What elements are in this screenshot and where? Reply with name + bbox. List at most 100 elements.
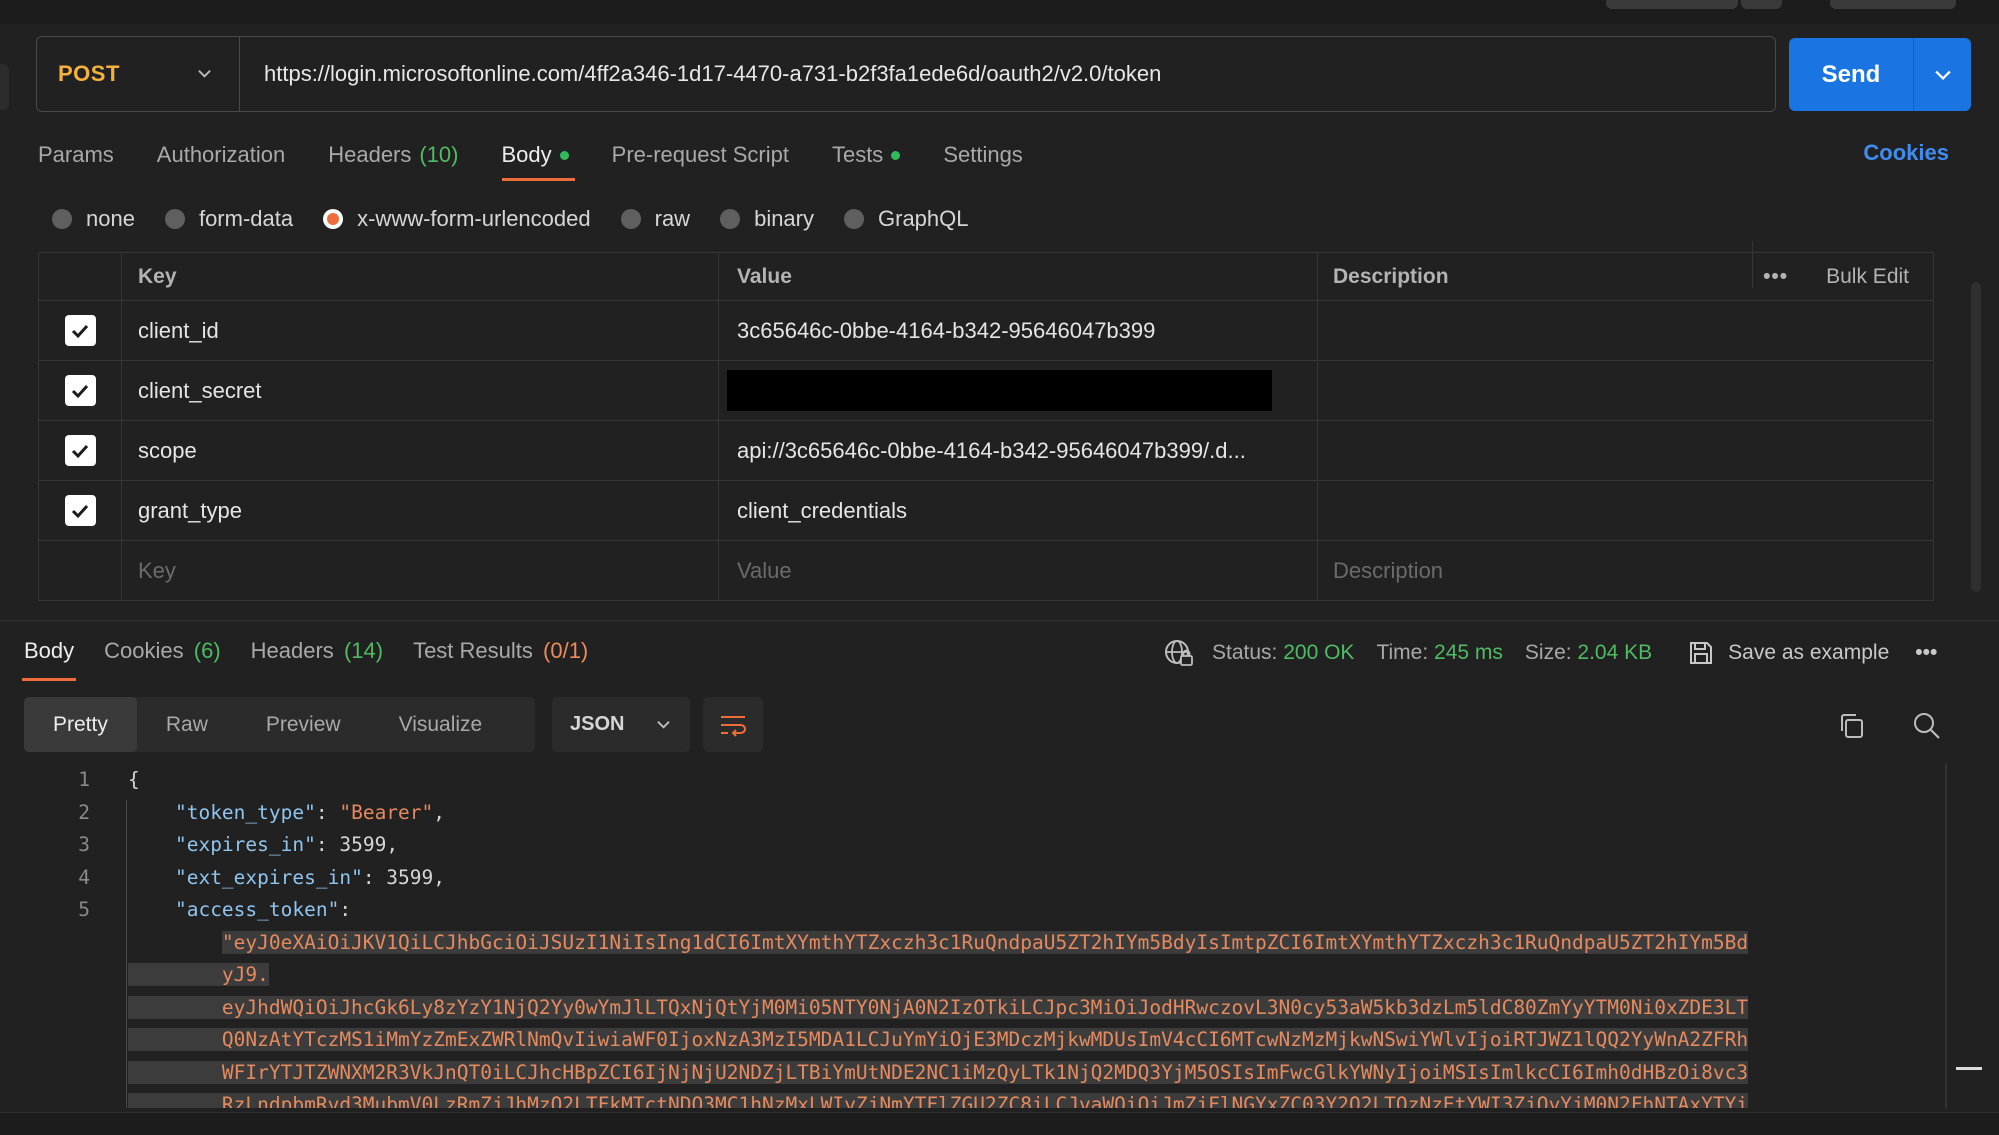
tab-body[interactable]: Body	[501, 142, 575, 181]
method-selector[interactable]: POST	[37, 37, 240, 111]
view-mode-pretty[interactable]: Pretty	[24, 697, 137, 752]
globe-lock-icon[interactable]	[1164, 638, 1194, 668]
chevron-down-icon	[198, 70, 211, 78]
tab-headers[interactable]: Headers (10)	[328, 142, 458, 168]
view-mode-preview[interactable]: Preview	[237, 697, 370, 752]
format-dropdown[interactable]: JSON	[552, 697, 690, 752]
json-key: "access_token"	[174, 898, 340, 921]
save-as-example-button[interactable]: Save as example	[1688, 640, 1889, 666]
chevron-down-icon	[657, 721, 670, 729]
sidebar-edge[interactable]	[0, 64, 9, 110]
response-tabs: Body Cookies (6) Headers (14) Test Resul…	[21, 638, 618, 681]
more-options-icon[interactable]: •••	[1763, 265, 1788, 289]
radio-form-data[interactable]: form-data	[164, 206, 293, 232]
time-value: 245 ms	[1434, 641, 1503, 664]
header-description: Description ••• Bulk Edit	[1318, 241, 1933, 300]
param-value[interactable]	[719, 361, 1318, 420]
search-icon[interactable]	[1912, 711, 1942, 741]
radio-x-www-form-urlencoded[interactable]: x-www-form-urlencoded	[323, 206, 591, 232]
radio-circle	[844, 209, 864, 229]
line-number: 2	[78, 800, 90, 824]
response-body-code[interactable]: 1 2 3 4 5 { "token_type": "Bearer", "exp…	[24, 764, 1944, 1108]
param-key[interactable]: client_id	[122, 301, 719, 360]
params-scrollbar[interactable]	[1971, 282, 1981, 592]
table-row-new: Key Value Description	[38, 541, 1934, 601]
tab-params[interactable]: Params	[38, 142, 114, 168]
top-control[interactable]	[1830, 0, 1956, 9]
tab-tests[interactable]: Tests	[832, 142, 901, 168]
radio-binary[interactable]: binary	[720, 206, 814, 232]
view-mode-raw[interactable]: Raw	[137, 697, 237, 752]
bulk-edit-button[interactable]: Bulk Edit	[1826, 265, 1909, 289]
response-tab-body[interactable]: Body	[21, 638, 77, 681]
new-key-input[interactable]: Key	[122, 541, 719, 600]
row-checkbox-cell	[39, 301, 122, 360]
param-description[interactable]	[1318, 481, 1933, 540]
request-tabs: Params Authorization Headers (10) Body Pr…	[38, 138, 1066, 181]
tab-settings[interactable]: Settings	[943, 142, 1023, 168]
param-value[interactable]: 3c65646c-0bbe-4164-b342-95646047b399	[719, 301, 1318, 360]
row-checkbox[interactable]	[64, 315, 96, 346]
cookies-link[interactable]: Cookies	[1863, 140, 1949, 166]
view-mode-visualize[interactable]: Visualize	[370, 697, 512, 752]
response-tab-cookies[interactable]: Cookies (6)	[104, 638, 221, 664]
param-description[interactable]	[1318, 421, 1933, 480]
response-tab-test-results[interactable]: Test Results (0/1)	[413, 638, 588, 664]
response-tab-cookies-label: Cookies	[104, 638, 184, 663]
param-key[interactable]: client_secret	[122, 361, 719, 420]
token-text: "eyJ0eXAiOiJKV1QiLCJhbGciOiJSUzI1NiIsIng…	[221, 930, 1749, 954]
header-separator	[1752, 241, 1753, 288]
save-as-example-label: Save as example	[1728, 641, 1890, 664]
row-checkbox-cell	[39, 481, 122, 540]
param-description[interactable]	[1318, 361, 1933, 420]
new-description-input[interactable]: Description	[1318, 541, 1933, 600]
header-description-label: Description	[1333, 264, 1449, 288]
radio-label: GraphQL	[878, 206, 969, 231]
params-table: Key Value Description ••• Bulk Edit clie…	[38, 241, 1934, 601]
param-value[interactable]: api://3c65646c-0bbe-4164-b342-95646047b3…	[719, 421, 1318, 480]
param-description[interactable]	[1318, 301, 1933, 360]
response-meta: Status: 200 OK Time: 245 ms Size: 2.04 K…	[1164, 638, 1937, 668]
radio-label: raw	[654, 206, 691, 231]
row-checkbox[interactable]	[64, 495, 96, 526]
copy-icon[interactable]	[1838, 712, 1866, 740]
param-key[interactable]: grant_type	[122, 481, 719, 540]
response-tab-headers[interactable]: Headers (14)	[251, 638, 383, 664]
param-key[interactable]: scope	[122, 421, 719, 480]
row-checkbox-cell	[39, 421, 122, 480]
indent-guide	[126, 800, 127, 1108]
token-text: eyJhdWQiOiJhcGk6Ly8zYzY1NjQ2Yy0wYmJlLTQx…	[221, 995, 1749, 1019]
new-value-input[interactable]: Value	[719, 541, 1318, 600]
time-label: Time:	[1376, 641, 1429, 664]
radio-raw[interactable]: raw	[620, 206, 691, 232]
url-input[interactable]: https://login.microsoftonline.com/4ff2a3…	[240, 61, 1161, 87]
radio-graphql[interactable]: GraphQL	[844, 206, 969, 232]
json-key: "expires_in"	[174, 833, 316, 856]
top-control[interactable]	[1606, 0, 1738, 9]
code-line: "eyJ0eXAiOiJKV1QiLCJhbGciOiJSUzI1NiIsIng…	[128, 927, 1749, 960]
status-readout[interactable]: Status: 200 OK	[1212, 641, 1354, 665]
top-control[interactable]	[1741, 0, 1782, 9]
header-key: Key	[122, 253, 719, 300]
tab-authorization[interactable]: Authorization	[157, 142, 285, 168]
pane-divider[interactable]	[0, 620, 1999, 621]
row-checkbox[interactable]	[64, 435, 96, 466]
code-scrollbar-thumb[interactable]	[1956, 1067, 1982, 1070]
send-button[interactable]: Send	[1789, 61, 1913, 89]
code-scrollbar-track[interactable]	[1945, 764, 1947, 1108]
row-checkbox[interactable]	[64, 375, 96, 406]
request-bar: POST https://login.microsoftonline.com/4…	[36, 36, 1776, 112]
chevron-down-icon	[1934, 70, 1951, 80]
radio-none[interactable]: none	[52, 206, 135, 232]
line-numbers: 1 2 3 4 5	[24, 764, 90, 927]
row-checkbox-cell	[39, 541, 122, 600]
size-readout[interactable]: Size: 2.04 KB	[1525, 641, 1652, 665]
send-options-button[interactable]	[1914, 67, 1971, 83]
tab-prerequest-script[interactable]: Pre-request Script	[612, 142, 789, 168]
more-options-icon[interactable]: •••	[1915, 641, 1937, 665]
wrap-lines-button[interactable]	[703, 697, 763, 752]
time-readout[interactable]: Time: 245 ms	[1376, 641, 1502, 665]
radio-label: none	[86, 206, 135, 231]
code-line: yJ9.	[128, 959, 1748, 992]
param-value[interactable]: client_credentials	[719, 481, 1318, 540]
